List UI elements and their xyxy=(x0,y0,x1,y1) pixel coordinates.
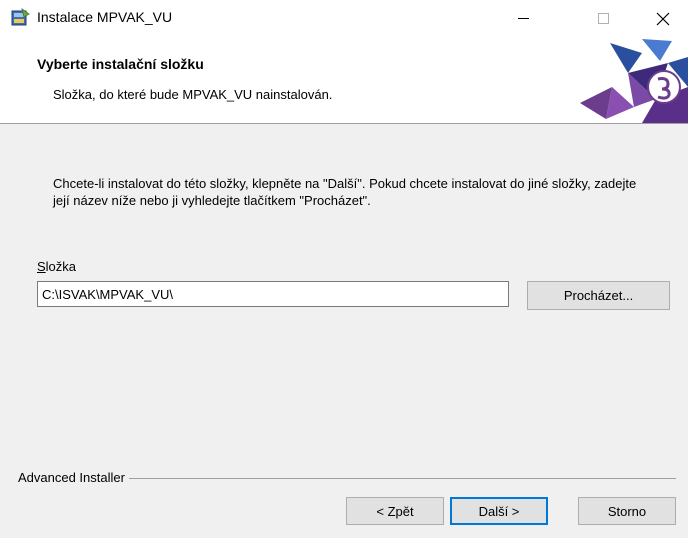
installer-brand-label: Advanced Installer xyxy=(18,470,129,485)
maximize-button[interactable] xyxy=(580,0,626,37)
folder-label-accelerator: S xyxy=(37,259,46,274)
maximize-icon xyxy=(597,13,609,24)
cancel-button[interactable]: Storno xyxy=(578,497,676,525)
minimize-button[interactable] xyxy=(500,0,546,37)
page-subtitle: Složka, do které bude MPVAK_VU nainstalo… xyxy=(53,87,333,102)
next-button[interactable]: Další > xyxy=(450,497,548,525)
instructions-text: Chcete-li instalovat do této složky, kle… xyxy=(53,176,637,208)
folder-field-label: Složka xyxy=(37,259,76,274)
folder-label-text: ložka xyxy=(45,259,77,274)
close-button[interactable] xyxy=(640,0,686,37)
product-logo-icon xyxy=(580,39,688,123)
install-folder-input[interactable] xyxy=(37,281,509,307)
minimize-icon xyxy=(517,18,529,19)
back-button[interactable]: < Zpět xyxy=(346,497,444,525)
browse-button[interactable]: Procházet... xyxy=(527,281,670,310)
close-icon xyxy=(656,12,670,25)
header-banner: Vyberte instalační složku Složka, do kte… xyxy=(0,37,688,124)
title-bar[interactable]: Instalace MPVAK_VU xyxy=(0,0,688,37)
page-title: Vyberte instalační složku xyxy=(37,56,204,72)
installer-app-icon xyxy=(11,8,30,26)
window-title: Instalace MPVAK_VU xyxy=(37,9,173,25)
installer-window: Instalace MPVAK_VU Vyberte instalační sl… xyxy=(0,0,688,538)
